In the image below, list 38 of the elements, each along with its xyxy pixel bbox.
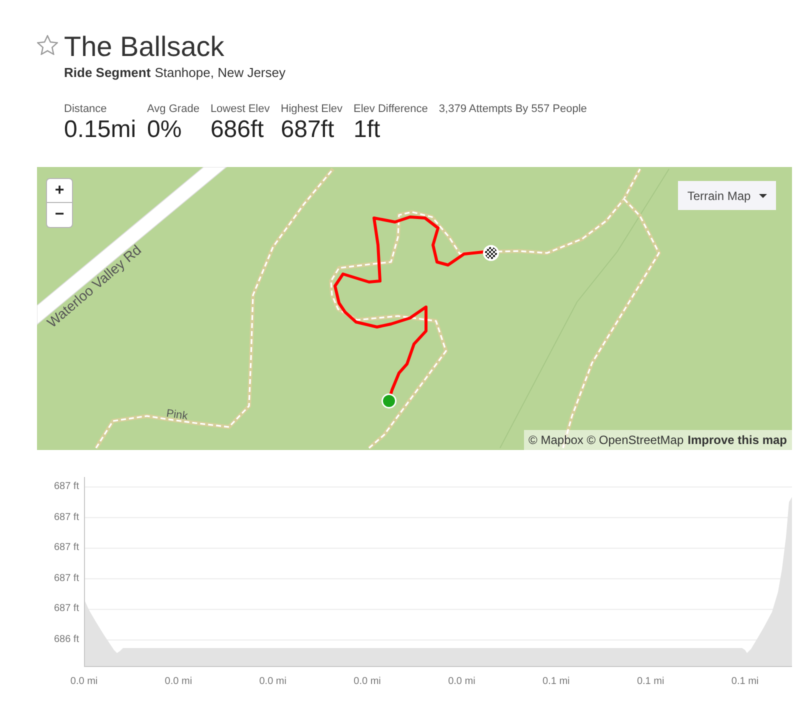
improve-map-link[interactable]: Improve this map bbox=[688, 431, 787, 449]
attribution-text: © Mapbox © OpenStreetMap bbox=[528, 432, 684, 449]
stat-label: Distance bbox=[64, 102, 108, 116]
star-icon[interactable] bbox=[37, 35, 58, 55]
segment-type-label: Ride Segment bbox=[64, 65, 151, 81]
stat-label: Lowest Elev bbox=[210, 102, 270, 116]
start-marker-icon bbox=[382, 394, 396, 408]
segment-title: The Ballsack bbox=[64, 30, 224, 64]
stat-label: Elev Difference bbox=[354, 102, 428, 116]
x-axis-label: 0.1 mi bbox=[731, 675, 759, 689]
y-axis-label: 686 ft bbox=[54, 634, 79, 646]
x-axis-label: 0.0 mi bbox=[70, 675, 98, 689]
checkered-marker-icon bbox=[483, 245, 499, 261]
stat-label: 3,379 Attempts By 557 People bbox=[438, 102, 587, 116]
y-axis-label: 687 ft bbox=[54, 572, 79, 585]
x-axis-label: 0.0 mi bbox=[448, 675, 476, 689]
x-axis-label: 0.0 mi bbox=[164, 675, 192, 689]
y-axis-label: 687 ft bbox=[54, 542, 79, 554]
stat-value: 686ft bbox=[210, 116, 265, 144]
y-axis-label: 687 ft bbox=[54, 603, 79, 616]
stat-value: 0% bbox=[147, 116, 183, 144]
caret-icon bbox=[758, 194, 767, 198]
trail-label: Pink bbox=[166, 408, 188, 422]
zoom-in-button[interactable]: + bbox=[46, 178, 73, 203]
y-axis-label: 687 ft bbox=[54, 481, 79, 493]
layer-dropdown-button[interactable]: Terrain Map bbox=[678, 181, 776, 210]
x-axis-label: 0.0 mi bbox=[354, 675, 381, 689]
stat-label: Highest Elev bbox=[280, 102, 343, 116]
location-text: Stanhope, New Jersey bbox=[154, 65, 286, 81]
y-axis-label: 687 ft bbox=[54, 512, 79, 524]
x-axis-label: 0.0 mi bbox=[259, 675, 286, 689]
stat-value: 0.15mi bbox=[64, 116, 136, 144]
x-axis-label: 0.1 mi bbox=[636, 675, 664, 689]
stat-value: 687ft bbox=[280, 116, 336, 144]
stat-label: Avg Grade bbox=[147, 102, 200, 116]
stat-value: 1ft bbox=[354, 116, 382, 144]
x-axis-label: 0.1 mi bbox=[542, 675, 570, 689]
zoom-out-button[interactable]: − bbox=[46, 203, 73, 228]
